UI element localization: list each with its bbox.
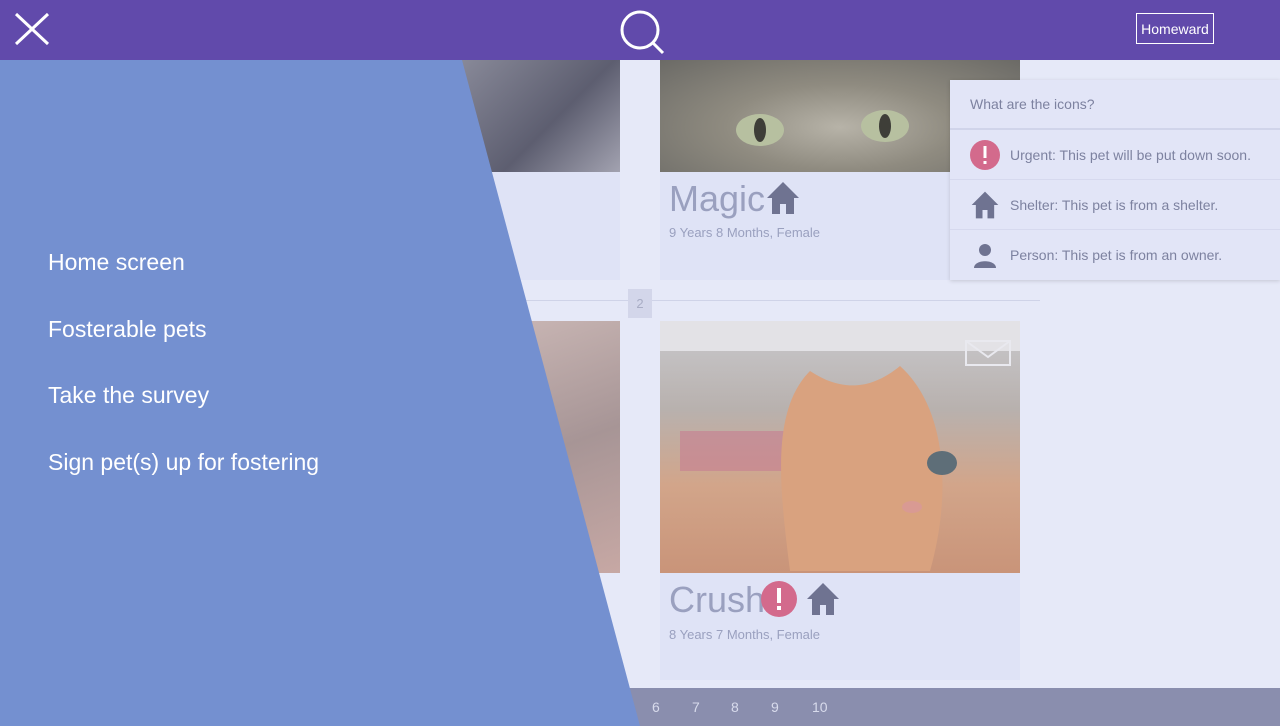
menu-item-sign-up-fostering[interactable]: Sign pet(s) up for fostering: [48, 449, 319, 476]
legend-row-person: Person: This pet is from an owner.: [950, 230, 1280, 280]
pet-meta: 9 Years 8 Months, Female: [669, 225, 821, 240]
page-link[interactable]: 8: [731, 688, 739, 726]
urgent-icon: [761, 581, 797, 617]
page-link[interactable]: 6: [652, 688, 660, 726]
side-menu-drawer: Home screen Fosterable pets Take the sur…: [0, 60, 640, 726]
menu-item-survey[interactable]: Take the survey: [48, 382, 209, 409]
search-button[interactable]: [618, 8, 666, 56]
top-bar: Homeward: [0, 0, 1280, 60]
shelter-icon: [971, 191, 999, 218]
page-link[interactable]: 7: [692, 688, 700, 726]
legend-text: Urgent: This pet will be put down soon.: [1010, 146, 1251, 163]
close-menu-button[interactable]: [12, 10, 52, 50]
pet-meta: 8 Years 7 Months, Female: [669, 627, 821, 642]
brand-link[interactable]: Homeward: [1136, 13, 1214, 44]
person-icon: [974, 244, 996, 268]
urgent-icon: [970, 139, 1000, 170]
legend-row-shelter: Shelter: This pet is from a shelter.: [950, 180, 1280, 230]
menu-item-fosterable-pets[interactable]: Fosterable pets: [48, 316, 207, 343]
legend-title[interactable]: What are the icons?: [950, 80, 1280, 130]
page-link[interactable]: 9: [771, 688, 779, 726]
legend-text: Person: This pet is from an owner.: [1010, 247, 1223, 263]
shelter-icon: [807, 583, 839, 615]
pet-name[interactable]: Magic: [669, 178, 765, 220]
cat-photo-image: [660, 321, 1020, 571]
menu-item-home[interactable]: Home screen: [48, 249, 185, 276]
close-icon: [14, 12, 50, 46]
legend-text: Shelter: This pet is from a shelter.: [1010, 196, 1219, 213]
page-link[interactable]: 10: [812, 688, 828, 726]
pet-name[interactable]: Crush: [669, 579, 765, 621]
legend-row-urgent: Urgent: This pet will be put down soon.: [950, 130, 1280, 180]
pet-photo: [660, 321, 1020, 573]
icon-legend-panel: What are the icons? Urgent: This pet wil…: [950, 80, 1280, 280]
pet-card-crush[interactable]: Crush 8 Years 7 Months, Female: [660, 321, 1020, 680]
shelter-icon: [767, 182, 799, 214]
search-icon: [620, 10, 665, 55]
